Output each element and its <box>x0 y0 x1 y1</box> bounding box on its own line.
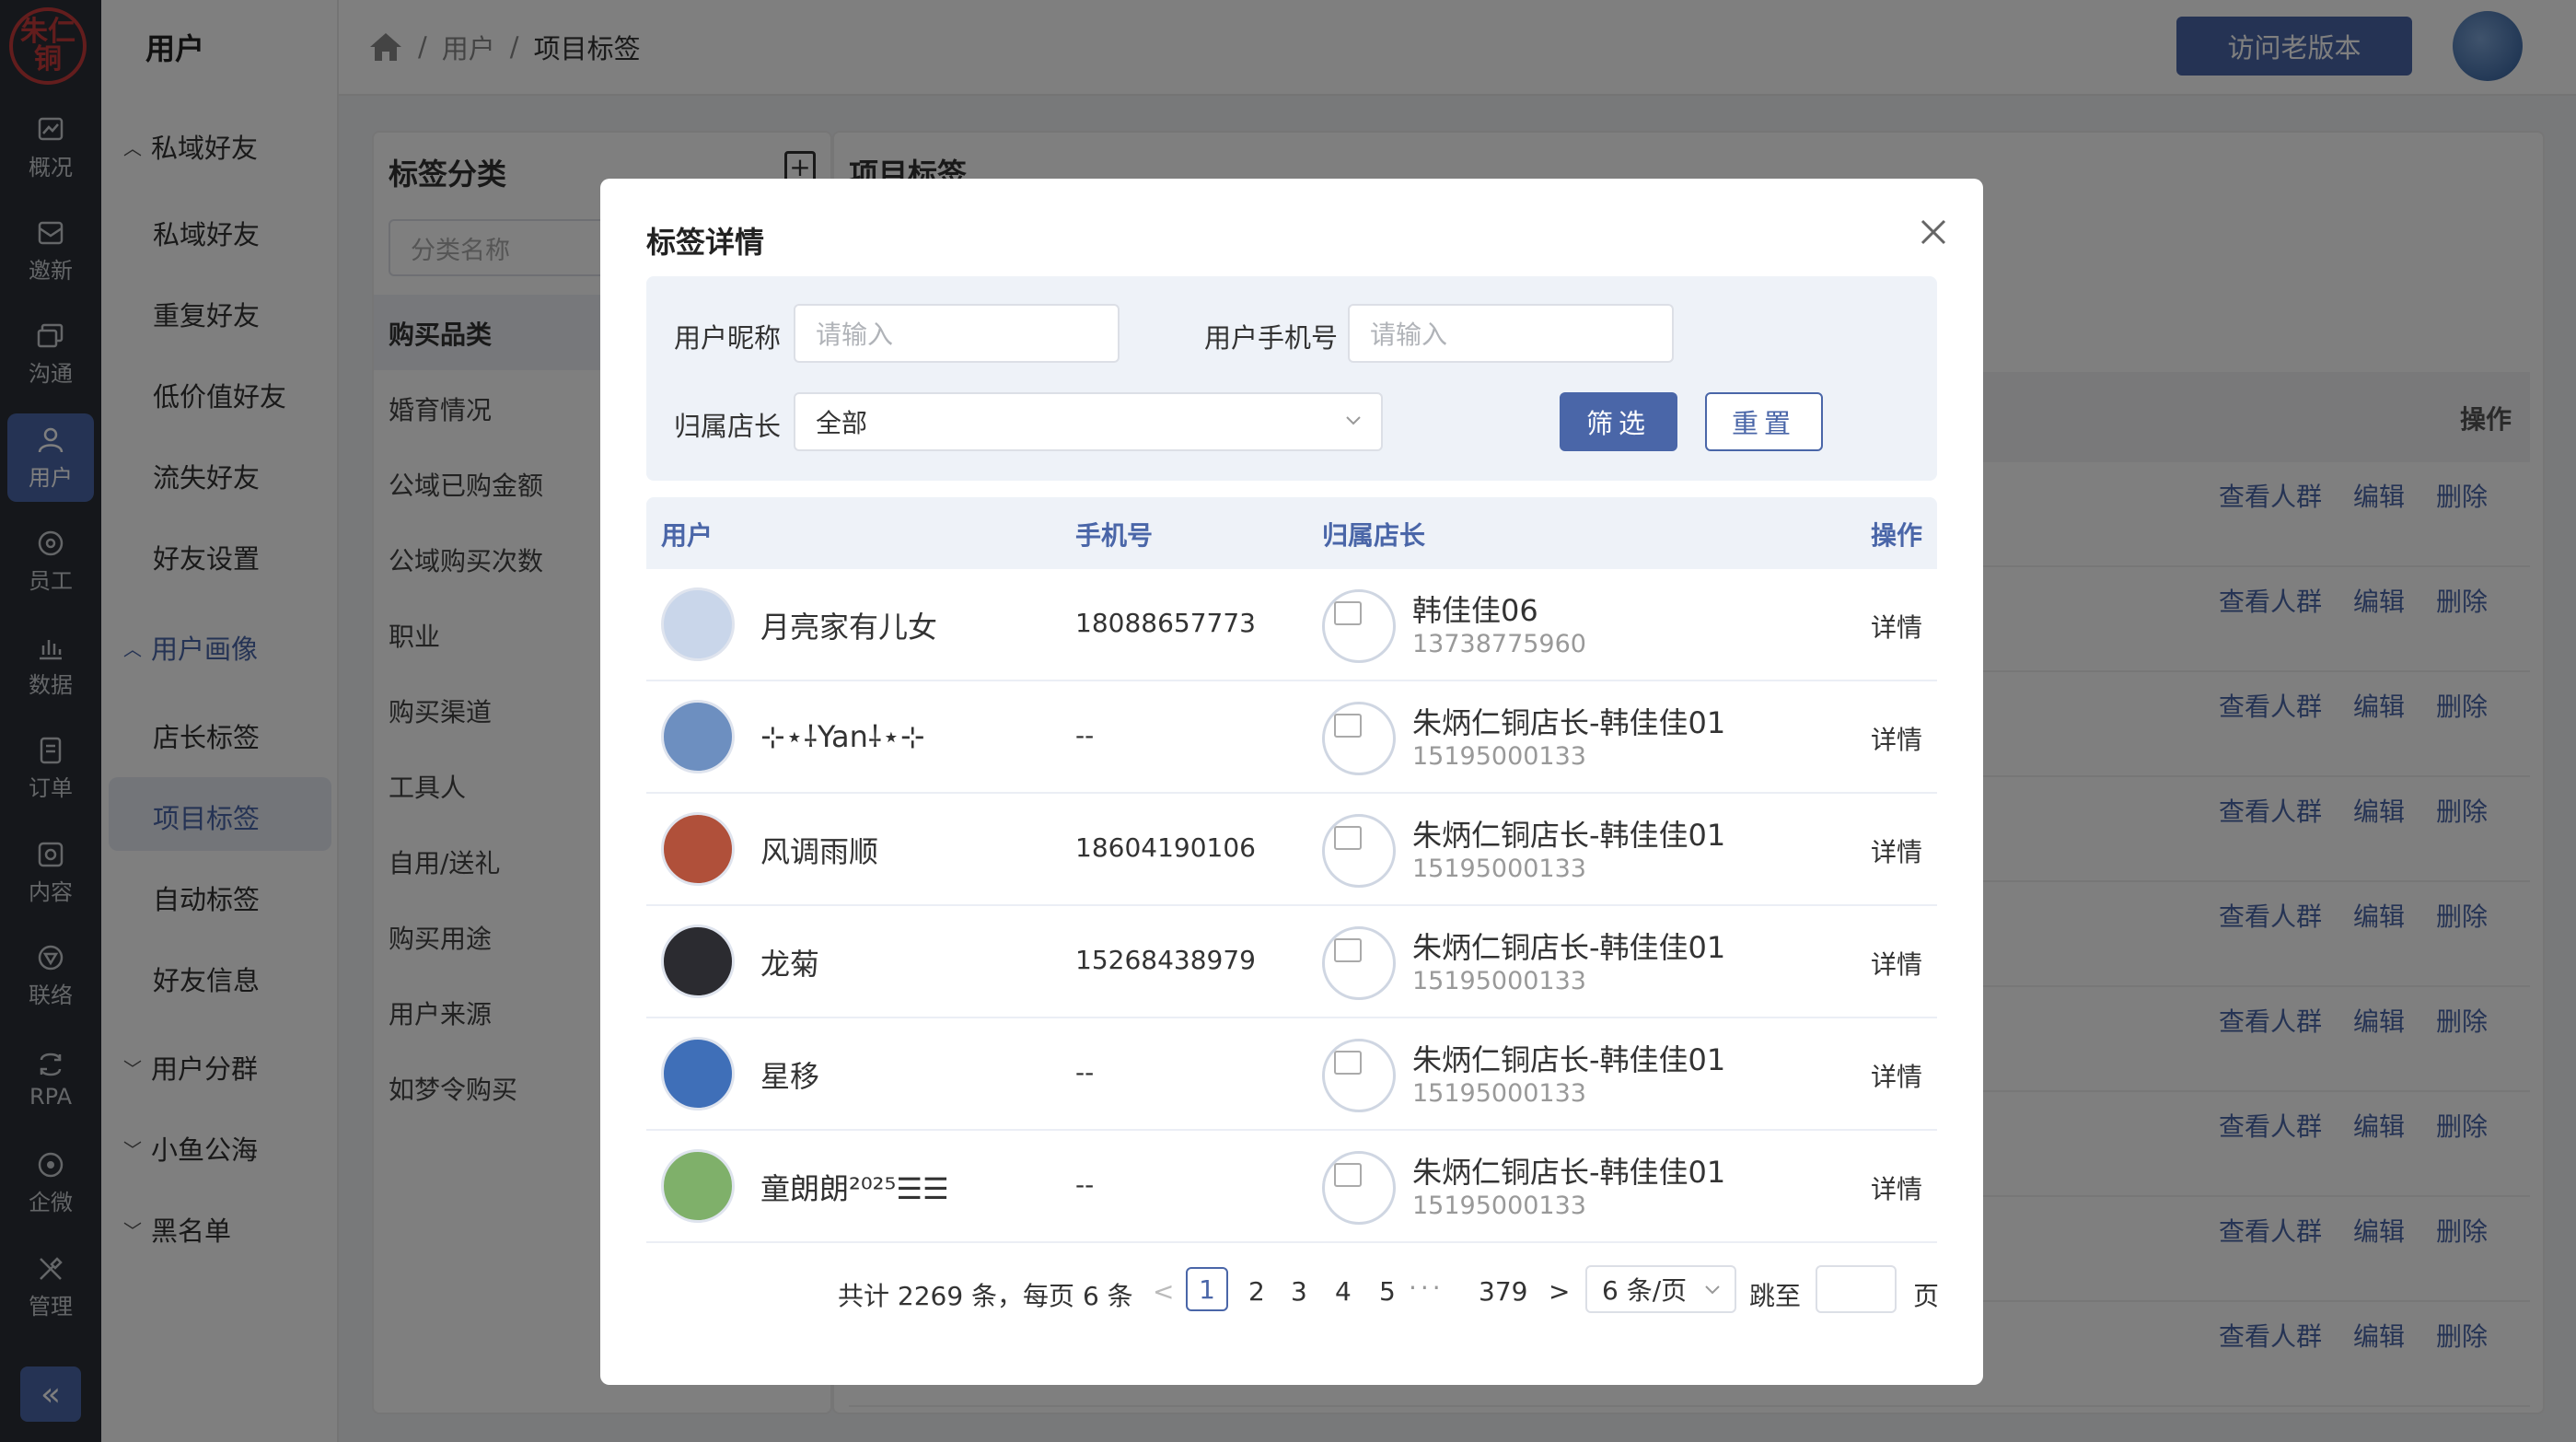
broken-image-icon <box>1334 1051 1362 1075</box>
page-5[interactable]: 5 <box>1379 1276 1396 1307</box>
page-2[interactable]: 2 <box>1248 1276 1265 1307</box>
table-row: ⊹⋆⸸Yan⸸⋆⊹ -- 朱炳仁铜店长-韩佳佳01 15195000133 详情 <box>646 681 1937 794</box>
reset-button[interactable]: 重置 <box>1705 392 1823 451</box>
tag-detail-modal: 标签详情 用户昵称 请输入 用户手机号 请输入 归属店长 全部 筛选 重置 用户… <box>600 179 1983 1385</box>
owner-phone: 15195000133 <box>1412 1079 1586 1108</box>
owner-avatar <box>1322 1039 1396 1112</box>
detail-link[interactable]: 详情 <box>1871 832 1922 869</box>
user-avatar <box>661 1149 735 1223</box>
owner-phone: 15195000133 <box>1412 855 1586 883</box>
chevron-down-icon <box>1346 416 1361 425</box>
page-4[interactable]: 4 <box>1335 1276 1352 1307</box>
owner-avatar <box>1322 702 1396 775</box>
user-phone: 15268438979 <box>1075 945 1256 975</box>
user-avatar <box>661 1037 735 1111</box>
table-row: 月亮家有儿女 18088657773 韩佳佳06 13738775960 详情 <box>646 569 1937 681</box>
col-action: 操作 <box>1871 520 1923 551</box>
page-size-select[interactable]: 6 条/页 <box>1585 1265 1736 1313</box>
owner-label: 归属店长 <box>674 411 782 442</box>
owner-avatar <box>1322 814 1396 888</box>
detail-link[interactable]: 详情 <box>1871 1057 1922 1094</box>
table-row: 星移 -- 朱炳仁铜店长-韩佳佳01 15195000133 详情 <box>646 1018 1937 1131</box>
broken-image-icon <box>1334 826 1362 850</box>
modal-title: 标签详情 <box>646 225 765 260</box>
user-avatar <box>661 925 735 998</box>
user-phone: -- <box>1075 1169 1095 1200</box>
broken-image-icon <box>1334 1163 1362 1187</box>
col-phone: 手机号 <box>1075 520 1154 551</box>
prev-page-button[interactable]: < <box>1153 1276 1174 1307</box>
user-nickname: 童朗朗²⁰²⁵☰☰ <box>760 1171 949 1206</box>
page-3[interactable]: 3 <box>1291 1276 1307 1307</box>
jump-page-input[interactable] <box>1816 1265 1897 1313</box>
chevron-down-icon <box>1705 1285 1720 1295</box>
page-last[interactable]: 379 <box>1479 1276 1527 1307</box>
owner-avatar <box>1322 926 1396 1000</box>
phone-label: 用户手机号 <box>1204 322 1339 354</box>
table-row: 风调雨顺 18604190106 朱炳仁铜店长-韩佳佳01 15195000133 详情 <box>646 794 1937 906</box>
col-owner: 归属店长 <box>1322 520 1426 551</box>
page-suffix: 页 <box>1913 1281 1940 1311</box>
broken-image-icon <box>1334 601 1362 625</box>
user-nickname: ⊹⋆⸸Yan⸸⋆⊹ <box>760 719 925 754</box>
detail-link[interactable]: 详情 <box>1871 1169 1922 1206</box>
detail-link[interactable]: 详情 <box>1871 720 1922 757</box>
owner-avatar <box>1322 1151 1396 1225</box>
filter-button[interactable]: 筛选 <box>1560 392 1677 451</box>
table-row: 童朗朗²⁰²⁵☰☰ -- 朱炳仁铜店长-韩佳佳01 15195000133 详情 <box>646 1131 1937 1243</box>
owner-name: 朱炳仁铜店长-韩佳佳01 <box>1412 930 1726 965</box>
owner-name: 韩佳佳06 <box>1412 593 1538 628</box>
table-header: 用户 手机号 归属店长 操作 <box>646 497 1937 569</box>
broken-image-icon <box>1334 714 1362 738</box>
nickname-input[interactable]: 请输入 <box>794 304 1120 363</box>
user-phone: 18088657773 <box>1075 608 1256 638</box>
owner-name: 朱炳仁铜店长-韩佳佳01 <box>1412 1155 1726 1190</box>
user-nickname: 龙菊 <box>760 947 820 982</box>
jump-label: 跳至 <box>1749 1281 1802 1311</box>
user-nickname: 风调雨顺 <box>760 834 879 869</box>
detail-link[interactable]: 详情 <box>1871 945 1922 982</box>
detail-link[interactable]: 详情 <box>1871 608 1922 645</box>
page-current[interactable]: 1 <box>1186 1267 1228 1311</box>
owner-name: 朱炳仁铜店长-韩佳佳01 <box>1412 705 1726 740</box>
page-ellipsis[interactable]: ··· <box>1409 1273 1445 1303</box>
owner-name: 朱炳仁铜店长-韩佳佳01 <box>1412 1042 1726 1077</box>
nickname-label: 用户昵称 <box>674 322 782 354</box>
user-phone: -- <box>1075 1057 1095 1087</box>
phone-input[interactable]: 请输入 <box>1348 304 1674 363</box>
next-page-button[interactable]: > <box>1549 1276 1570 1307</box>
owner-phone: 13738775960 <box>1412 630 1586 658</box>
user-avatar <box>661 812 735 886</box>
user-nickname: 月亮家有儿女 <box>760 610 938 645</box>
owner-phone: 15195000133 <box>1412 742 1586 771</box>
owner-select[interactable]: 全部 <box>794 392 1383 451</box>
close-icon[interactable] <box>1915 214 1952 250</box>
owner-phone: 15195000133 <box>1412 1192 1586 1220</box>
pagination-total: 共计 2269 条，每页 6 条 <box>838 1281 1133 1311</box>
pagination: 共计 2269 条，每页 6 条 < 1 2 3 4 5 ··· 379 > 6… <box>600 1263 1983 1319</box>
broken-image-icon <box>1334 938 1362 962</box>
tag-users-table: 用户 手机号 归属店长 操作 月亮家有儿女 18088657773 韩佳佳06 137… <box>646 497 1937 1243</box>
table-row: 龙菊 15268438979 朱炳仁铜店长-韩佳佳01 15195000133 详情 <box>646 906 1937 1018</box>
user-nickname: 星移 <box>760 1059 820 1094</box>
owner-phone: 15195000133 <box>1412 967 1586 995</box>
user-avatar <box>661 700 735 773</box>
owner-name: 朱炳仁铜店长-韩佳佳01 <box>1412 818 1726 853</box>
col-user: 用户 <box>661 520 714 551</box>
user-phone: 18604190106 <box>1075 832 1256 863</box>
owner-avatar <box>1322 589 1396 663</box>
user-avatar <box>661 587 735 661</box>
user-phone: -- <box>1075 720 1095 750</box>
